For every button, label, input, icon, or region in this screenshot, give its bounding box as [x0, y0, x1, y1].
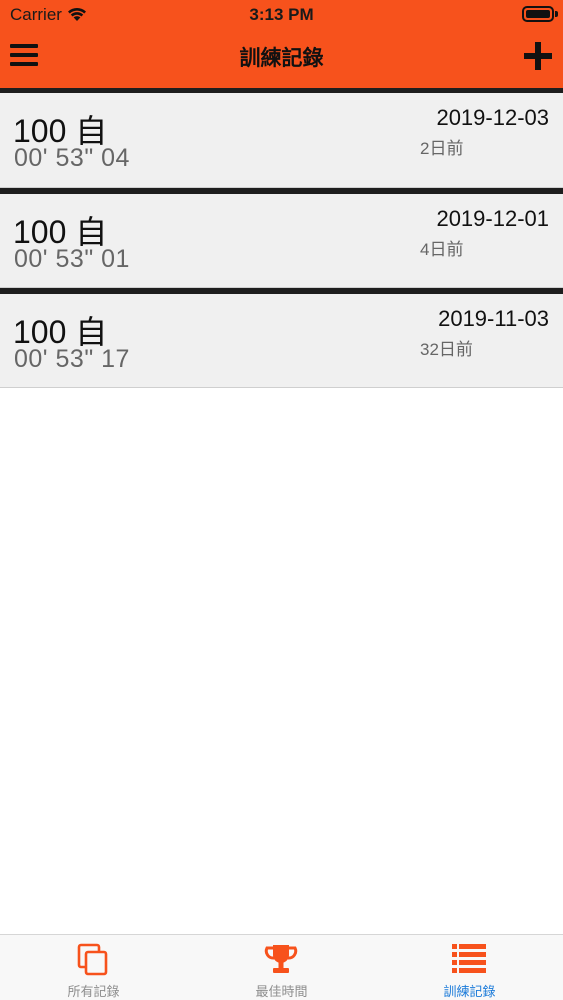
list-item[interactable]: 100 自 00' 53" 17 2019-11-03 32日前 — [0, 288, 563, 388]
record-date: 2019-11-03 — [438, 306, 549, 331]
tab-best-time[interactable]: 最佳時間 — [188, 935, 375, 1000]
list-item[interactable]: 100 自 00' 53" 01 2019-12-01 4日前 — [0, 188, 563, 288]
tab-label: 最佳時間 — [255, 984, 308, 999]
list-icon — [452, 942, 486, 976]
trophy-icon — [264, 942, 298, 976]
plus-icon[interactable] — [524, 42, 552, 70]
status-time: 3:13 PM — [249, 5, 314, 24]
duration: 00' 53" 01 — [14, 245, 130, 273]
battery-nub — [555, 11, 558, 17]
top-bar: Carrier 3:13 PM 訓練記錄 — [0, 0, 563, 88]
copy-icon — [76, 942, 110, 976]
duration: 00' 53" 17 — [14, 345, 130, 373]
record-date: 2019-12-03 — [436, 105, 549, 130]
relative-time: 4日前 — [420, 240, 464, 259]
status-bar: Carrier 3:13 PM — [0, 0, 563, 30]
tab-label: 訓練記錄 — [443, 984, 496, 999]
navigation-bar: 訓練記錄 — [0, 30, 563, 88]
tab-training-records[interactable]: 訓練記錄 — [376, 935, 563, 1000]
relative-time: 2日前 — [420, 139, 464, 158]
duration: 00' 53" 04 — [14, 144, 130, 172]
relative-time: 32日前 — [420, 340, 473, 359]
list-item[interactable]: 100 自 00' 53" 04 2019-12-03 2日前 — [0, 88, 563, 188]
tab-all-records[interactable]: 所有記錄 — [0, 935, 187, 1000]
record-date: 2019-12-01 — [436, 206, 549, 231]
tab-label: 所有記錄 — [67, 984, 120, 999]
page-title: 訓練記錄 — [239, 47, 324, 70]
tab-bar: 所有記錄 最佳時間 訓練記錄 — [0, 934, 563, 1000]
record-list: 100 自 00' 53" 04 2019-12-03 2日前 100 自 00… — [0, 88, 563, 388]
battery-icon — [522, 6, 554, 22]
